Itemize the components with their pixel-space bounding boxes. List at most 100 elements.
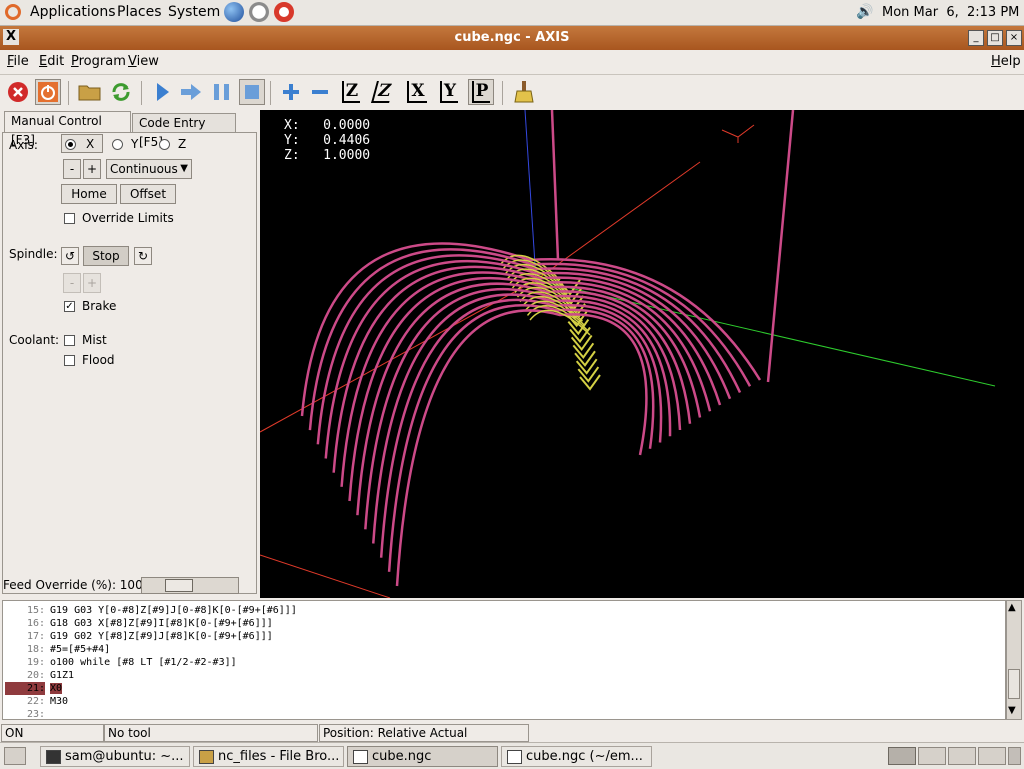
spindle-ccw-icon[interactable]: ↺ — [61, 247, 79, 265]
arc-pass-11 — [379, 298, 663, 558]
arc-pass-12 — [387, 304, 655, 572]
line-number: 17: — [26, 631, 45, 642]
places-menu[interactable]: Places — [117, 4, 162, 20]
view-x-icon[interactable]: X — [404, 79, 430, 105]
manual-control-panel: Axis: X Y Z - + Continuous ▼ Home Offset… — [2, 132, 257, 594]
workspace-4[interactable] — [978, 747, 1006, 765]
arc-pass-8 — [356, 282, 692, 516]
view-z-rotated-icon[interactable]: Z — [370, 79, 396, 105]
task-file-browser[interactable]: nc_files - File Bro... — [193, 746, 344, 767]
view-z-icon[interactable]: Z — [338, 79, 364, 105]
axis-x-radio[interactable] — [65, 139, 76, 150]
tab-code-entry[interactable]: Code Entry [F5] — [132, 113, 236, 149]
feed-override-slider[interactable] — [141, 577, 239, 594]
minimize-icon[interactable]: _ — [968, 30, 984, 46]
menu-help[interactable]: Help — [991, 54, 1021, 69]
spindle-stop-button[interactable]: Stop — [83, 246, 129, 266]
workspace-1[interactable] — [888, 747, 916, 765]
dro-z: Z: 1.0000 — [284, 148, 371, 163]
toolpath-plot[interactable] — [260, 110, 1024, 598]
scroll-up-icon[interactable]: ▲ — [1008, 602, 1016, 613]
scroll-down-icon[interactable]: ▼ — [1008, 705, 1016, 716]
view-perspective-icon[interactable]: P — [468, 79, 494, 105]
panel-clock[interactable]: Mon Mar 6, 2:13 PM — [882, 5, 1019, 20]
code-line[interactable]: 15: G19 G03 Y[0-#8]Z[#9]J[0-#8]K[0-[#9+[#… — [5, 604, 1001, 617]
volume-icon[interactable]: 🔊 — [856, 4, 873, 20]
show-desktop-icon[interactable] — [4, 747, 26, 765]
menubar: File Edit Program View Help — [0, 50, 1024, 75]
open-file-icon[interactable] — [77, 79, 103, 105]
ubuntu-logo-icon[interactable] — [5, 4, 21, 20]
stop-icon[interactable] — [239, 79, 265, 105]
code-line[interactable]: 21: X0 — [5, 682, 1001, 695]
menu-view[interactable]: View — [128, 54, 159, 69]
spindle-cw-icon[interactable]: ↻ — [134, 247, 152, 265]
clock-app-icon[interactable] — [249, 2, 269, 22]
gcode-scrollbar[interactable]: ▲ ▼ — [1006, 600, 1022, 720]
line-number: 21: — [5, 682, 45, 695]
task-axis[interactable]: cube.ngc — [347, 746, 498, 767]
feed-override-handle[interactable] — [165, 579, 193, 592]
axis-y-radio[interactable] — [112, 139, 123, 150]
offset-button[interactable]: Offset — [120, 184, 176, 204]
line-code: X0 — [50, 683, 63, 694]
x-axis-line-front — [260, 554, 391, 598]
zoom-in-icon[interactable] — [278, 79, 304, 105]
estop-icon[interactable] — [5, 79, 31, 105]
system-menu[interactable]: System — [168, 4, 220, 20]
mist-checkbox[interactable] — [64, 335, 75, 346]
menu-file[interactable]: File — [7, 54, 29, 69]
step-icon[interactable] — [178, 79, 204, 105]
machine-power-icon[interactable] — [35, 79, 61, 105]
machine-state-status: ON — [1, 724, 104, 742]
view-y-icon[interactable]: Y — [436, 79, 462, 105]
gcode-listing[interactable]: 15: G19 G03 Y[0-#8]Z[#9]J[0-#8]K[0-[#9+[#… — [2, 600, 1006, 720]
axis-z-radio[interactable] — [159, 139, 170, 150]
code-line[interactable]: 20: G1Z1 — [5, 669, 1001, 682]
left-panel: Manual Control [F3] Code Entry [F5] Axis… — [0, 110, 260, 600]
mist-label: Mist — [82, 333, 107, 347]
maximize-icon[interactable]: □ — [987, 30, 1003, 46]
applications-menu[interactable]: Applications — [30, 4, 116, 20]
jog-plus-button[interactable]: + — [83, 159, 101, 179]
spindle-slower-button[interactable]: - — [63, 273, 81, 293]
web-browser-icon[interactable] — [224, 2, 244, 22]
help-lifebuoy-icon[interactable] — [274, 2, 294, 22]
feed-override-label: Feed Override (%): 100 — [3, 578, 143, 592]
jog-minus-button[interactable]: - — [63, 159, 81, 179]
menu-edit[interactable]: Edit — [39, 54, 64, 69]
home-button[interactable]: Home — [61, 184, 117, 204]
pause-icon[interactable] — [209, 79, 235, 105]
workspace-3[interactable] — [948, 747, 976, 765]
code-line[interactable]: 23: — [5, 708, 1001, 719]
z-axis-line — [524, 110, 537, 281]
reload-icon[interactable] — [108, 79, 134, 105]
code-line[interactable]: 22: M30 — [5, 695, 1001, 708]
zoom-out-icon[interactable] — [307, 79, 333, 105]
scroll-thumb[interactable] — [1008, 669, 1020, 699]
trash-icon[interactable] — [1008, 747, 1021, 765]
flood-checkbox[interactable] — [64, 355, 75, 366]
jog-increment-select[interactable]: Continuous ▼ — [106, 159, 192, 179]
task-terminal[interactable]: sam@ubuntu: ~... — [40, 746, 190, 767]
chevron-down-icon: ▼ — [180, 163, 188, 174]
code-line[interactable]: 17: G19 G02 Y[#8]Z[#9]J[#8]K[0-[#9+[#6]]] — [5, 630, 1001, 643]
menu-program[interactable]: Program — [71, 54, 126, 69]
code-line[interactable]: 16: G18 G03 X[#8]Z[#9]I[#8]K[0-[#9+[#6]]] — [5, 617, 1001, 630]
override-limits-checkbox[interactable] — [64, 213, 75, 224]
tab-manual-control[interactable]: Manual Control [F3] — [4, 111, 131, 147]
window-titlebar[interactable]: X cube.ngc - AXIS _ □ × — [0, 26, 1024, 50]
toolbar: Z Z X Y P — [0, 75, 1024, 110]
close-icon[interactable]: × — [1006, 30, 1022, 46]
code-line[interactable]: 18: #5=[#5+#4] — [5, 643, 1001, 656]
toolpath-viewport[interactable]: X: 0.0000 Y: 0.4406 Z: 1.0000 — [260, 110, 1024, 598]
clear-plot-icon[interactable] — [511, 79, 537, 105]
line-code: o100 while [#8 LT [#1/2-#2-#3]] — [50, 657, 237, 668]
workspace-2[interactable] — [918, 747, 946, 765]
code-line[interactable]: 19: o100 while [#8 LT [#1/2-#2-#3]] — [5, 656, 1001, 669]
brake-checkbox[interactable]: ✓ — [64, 301, 75, 312]
spindle-faster-button[interactable]: + — [83, 273, 101, 293]
run-icon[interactable] — [149, 79, 175, 105]
axis-label: Axis: — [9, 138, 38, 152]
task-editor[interactable]: cube.ngc (~/em... — [501, 746, 652, 767]
